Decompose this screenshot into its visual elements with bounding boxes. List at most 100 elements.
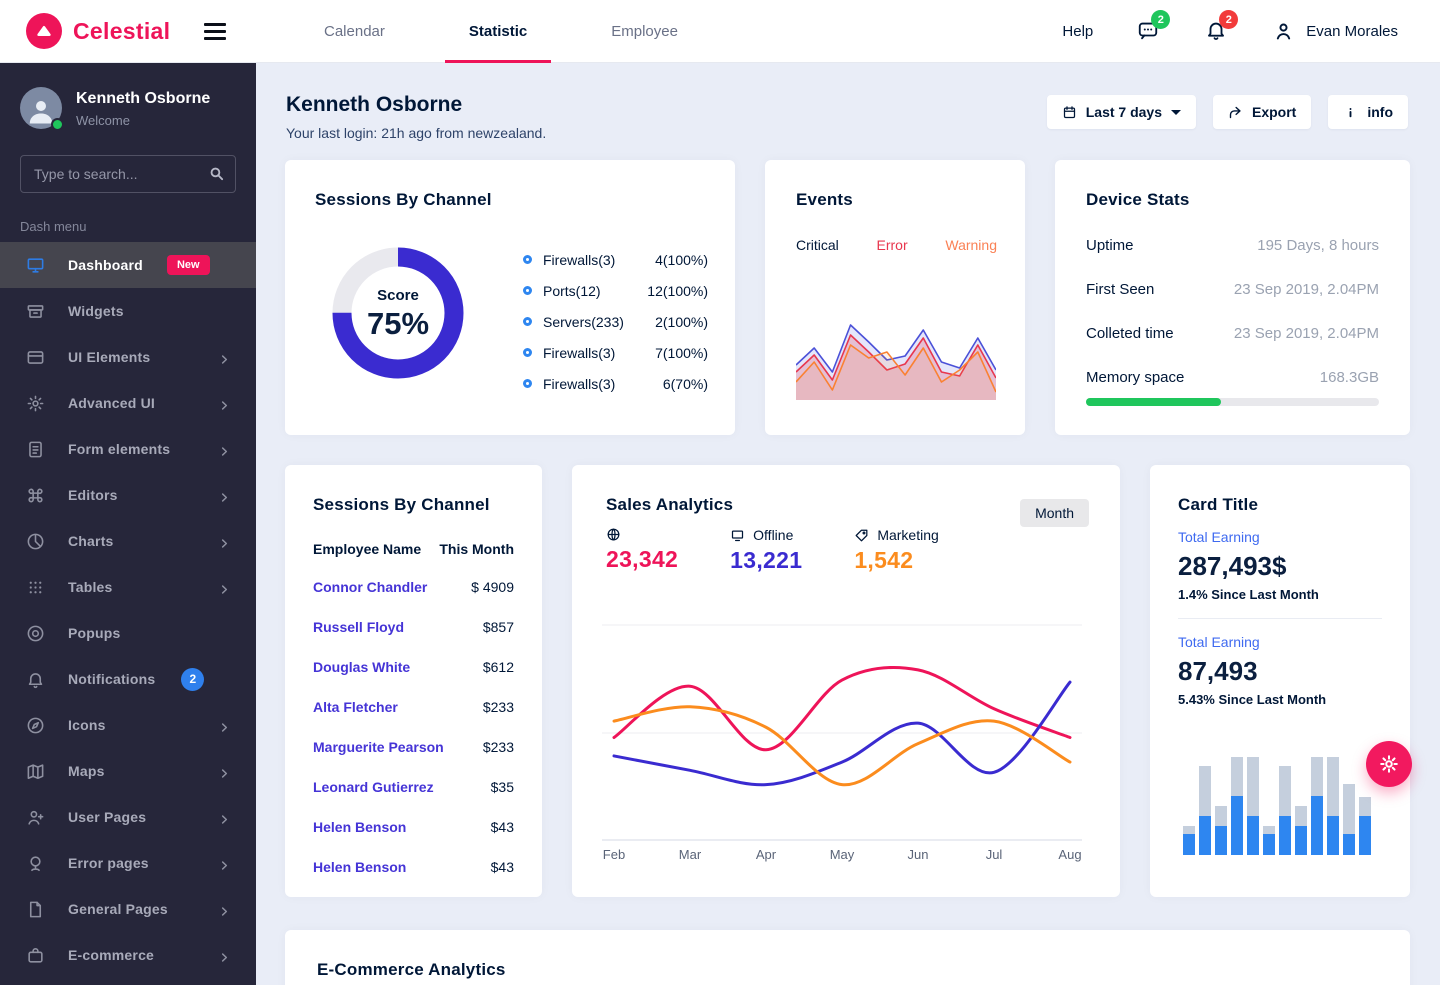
help-link[interactable]: Help [1062,23,1093,40]
sidebar-item-e-commerce[interactable]: E-commerce [0,932,256,978]
sidebar-item-dashboard[interactable]: Dashboard New [0,242,256,288]
table-header: Employee Name This Month [313,531,514,567]
sidebar-profile[interactable]: Kenneth Osborne Welcome [0,63,256,139]
card-title: Sessions By Channel [313,495,490,514]
sales-x-axis-labels: Feb Mar Apr May Jun Jul Aug [602,847,1082,865]
user-menu[interactable]: Evan Morales [1273,21,1398,42]
employee-name-link[interactable]: Helen Benson [313,859,406,875]
legend-item: Firewalls(3) 7(100%) [523,337,708,368]
card-title: E-Commerce Analytics [317,960,506,979]
sidebar-item-ui-elements[interactable]: UI Elements [0,334,256,380]
menu-toggle-icon[interactable] [204,22,226,40]
table-row: Connor Chandler $ 4909 [313,579,514,595]
bar [1295,806,1307,855]
search-icon[interactable] [208,165,225,182]
bar [1279,766,1291,855]
device-stat-memory-space: Memory space 168.3GB [1086,368,1379,386]
card-title: Sales Analytics [606,495,734,514]
legend-bullet-icon [523,286,532,295]
sidebar-item-icons[interactable]: Icons [0,702,256,748]
sidebar-item-notifications[interactable]: Notifications 2 [0,656,256,702]
employee-name-link[interactable]: Douglas White [313,659,410,675]
monitor-icon [26,256,45,275]
events-label-warning[interactable]: Warning [945,237,997,253]
employee-name-link[interactable]: Alta Fletcher [313,699,398,715]
employee-name-link[interactable]: Helen Benson [313,819,406,835]
user-icon [1277,23,1291,39]
donut-score-label: Score [377,287,419,304]
date-range-button[interactable]: Last 7 days [1046,95,1196,129]
x-label-jul: Jul [985,847,1003,862]
earnings-bar-chart [1183,755,1371,855]
user-pages-icon [26,808,45,827]
tab-statistic[interactable]: Statistic [427,0,569,63]
chevron-right-icon [219,444,230,456]
header-actions: Last 7 days Export info [1046,95,1408,129]
x-label-apr: Apr [755,847,777,862]
popups-icon [26,624,45,643]
new-badge: New [166,255,210,275]
legend-bullet-icon [523,317,532,326]
sidebar-item-maps[interactable]: Maps [0,748,256,794]
bar [1199,766,1211,855]
sidebar-item-tables[interactable]: Tables [0,564,256,610]
profile-status: Welcome [76,113,130,128]
top-navbar: Celestial Calendar Statistic Employee Help… [0,0,1440,63]
x-label-feb: Feb [602,847,626,862]
sidebar-item-general-pages[interactable]: General Pages [0,886,256,932]
events-label-critical[interactable]: Critical [796,237,839,253]
table-row: Douglas White $612 [313,659,514,675]
divider [1178,618,1382,619]
memory-progress-bar [1086,398,1379,406]
sidebar-item-charts[interactable]: Charts [0,518,256,564]
sidebar-item-editors[interactable]: Editors [0,472,256,518]
widgets-icon [26,302,45,321]
export-button[interactable]: Export [1213,95,1312,129]
x-label-mar: Mar [678,847,702,862]
sidebar-item-widgets[interactable]: Widgets [0,288,256,334]
form-elements-icon [26,440,45,459]
tab-calendar[interactable]: Calendar [282,0,427,63]
column-employee-name: Employee Name [313,541,422,557]
card-ecommerce-analytics: E-Commerce Analytics [285,930,1410,985]
card-title: Device Stats [1086,190,1190,209]
info-button[interactable]: info [1328,95,1408,129]
chevron-right-icon [219,812,230,824]
device-stat-first-seen: First Seen 23 Sep 2019, 2.04PM [1086,280,1379,298]
employee-name-link[interactable]: Marguerite Pearson [313,739,444,755]
events-label-error[interactable]: Error [877,237,908,253]
brand-logo-icon [26,13,62,49]
sales-stat-marketing: Marketing 1,542 [854,527,939,573]
advanced-ui-icon [26,394,45,413]
chevron-right-icon [219,398,230,410]
page-title: Kenneth Osborne [286,93,463,116]
notifications-button[interactable]: 2 [1205,10,1239,43]
sidebar-item-form-elements[interactable]: Form elements [0,426,256,472]
tab-employee[interactable]: Employee [569,0,720,63]
sales-line-chart [602,615,1082,843]
sidebar-item-error-pages[interactable]: Error pages [0,840,256,886]
online-icon: Online [606,527,621,542]
legend-item: Firewalls(3) 4(100%) [523,244,708,275]
settings-fab-button[interactable] [1366,741,1412,787]
ui-elements-icon [26,348,45,367]
employee-name-link[interactable]: Leonard Gutierrez [313,779,434,795]
messages-badge: 2 [1151,10,1171,29]
messages-button[interactable]: 2 [1137,10,1171,43]
events-series-labels: Critical Error Warning [796,237,997,253]
brand-name: Celestial [73,17,171,44]
top-nav-tabs: Calendar Statistic Employee [282,0,720,63]
employee-name-link[interactable]: Connor Chandler [313,579,427,595]
employee-name-link[interactable]: Russell Floyd [313,619,404,635]
sidebar-item-popups[interactable]: Popups [0,610,256,656]
table-row: Helen Benson $43 [313,859,514,875]
sales-stats: Online 23,342 Offline 13,221 Marketing 1,5… [606,527,939,574]
sidebar-item-advanced-ui[interactable]: Advanced UI [0,380,256,426]
period-month-button[interactable]: Month [1020,499,1089,527]
x-label-jun: Jun [907,847,929,862]
legend-bullet-icon [523,379,532,388]
card-title: Card Title [1178,495,1259,514]
column-this-month: This Month [439,541,514,557]
sidebar-item-user-pages[interactable]: User Pages [0,794,256,840]
search-input[interactable] [20,155,236,193]
